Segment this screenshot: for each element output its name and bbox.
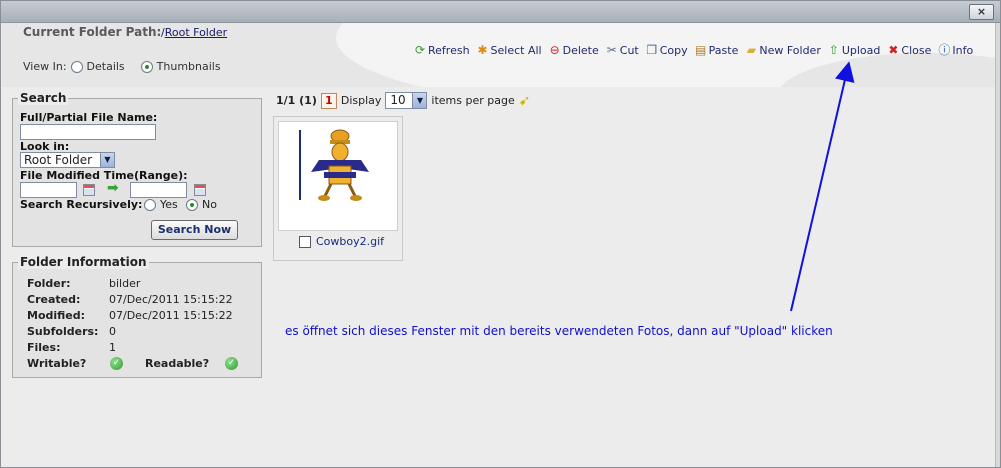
calendar-icon[interactable]	[83, 184, 95, 196]
new-folder-button[interactable]: ▰ New Folder	[744, 43, 821, 57]
page-number[interactable]: 1	[320, 92, 337, 109]
view-thumbnails-radio[interactable]	[140, 60, 153, 73]
copy-button[interactable]: ❐ Copy	[645, 43, 687, 57]
delete-button[interactable]: ⊖ Delete	[548, 43, 599, 57]
view-thumbnails-label: Thumbnails	[156, 60, 221, 73]
display-label: Display	[340, 94, 382, 107]
view-details-radio[interactable]	[70, 60, 83, 73]
chevron-down-icon: ▼	[100, 153, 114, 167]
view-in-selector: View In: Details Thumbnails	[23, 60, 221, 73]
per-page-select[interactable]: 10 ▼	[385, 92, 428, 109]
cut-button[interactable]: ✂ Cut	[605, 43, 639, 57]
search-panel: Search Full/Partial File Name: Look in: …	[12, 91, 262, 247]
pager: 1/1 (1) 1 Display 10 ▼ items per page ➹	[276, 92, 530, 109]
scissors-icon: ✂	[606, 43, 617, 57]
current-folder-path-label: Current Folder Path:	[23, 25, 162, 39]
arrow-right-icon: ➡	[107, 180, 119, 196]
look-in-select[interactable]: Root Folder ▼	[20, 152, 115, 168]
writable-check-icon: ✓	[110, 357, 123, 370]
modified-to-input[interactable]	[130, 182, 187, 198]
readable-check-icon: ✓	[225, 357, 238, 370]
folder-info-title: Folder Information	[18, 255, 149, 269]
recursive-no-radio[interactable]	[186, 199, 198, 211]
readable-label: Readable?	[145, 357, 210, 370]
file-thumbnail[interactable]: Cowboy2.gif	[273, 116, 403, 261]
refresh-icon: ⟳	[414, 43, 426, 57]
file-name-label: Full/Partial File Name:	[20, 111, 158, 124]
items-per-page-label: items per page	[431, 94, 515, 107]
search-panel-title: Search	[18, 91, 69, 105]
root-folder-link[interactable]: Root Folder	[165, 26, 227, 39]
select-all-icon: ✱	[477, 43, 488, 57]
file-name[interactable]: Cowboy2.gif	[316, 235, 384, 248]
search-now-button[interactable]: Search Now	[151, 220, 238, 240]
recursive-yes-radio[interactable]	[144, 199, 156, 211]
go-arrow-icon[interactable]: ➹	[519, 93, 531, 109]
info-icon: ⓘ	[938, 43, 951, 57]
look-in-value: Root Folder	[24, 153, 93, 167]
scrollbar[interactable]	[995, 23, 1000, 467]
cowboy-image	[311, 129, 369, 201]
select-all-button[interactable]: ✱ Select All	[476, 43, 542, 57]
chevron-down-icon: ▼	[412, 93, 427, 108]
recursive-no-label: No	[202, 198, 217, 211]
file-manager-window: × Current Folder Path: /Root Folder View…	[0, 0, 1001, 468]
item-count: 1/1 (1)	[276, 94, 317, 107]
writable-label: Writable?	[27, 357, 87, 370]
file-name-input[interactable]	[20, 124, 156, 140]
recursive-yes-label: Yes	[160, 198, 178, 211]
search-recursive-label: Search Recursively:	[20, 198, 143, 211]
modified-from-input[interactable]	[20, 182, 77, 198]
paste-button[interactable]: ▤ Paste	[694, 43, 738, 57]
current-folder-path: /Root Folder	[161, 26, 227, 39]
close-button[interactable]: ✖ Close	[886, 43, 931, 57]
folder-info-panel: Folder Information Folder: bilder Created…	[12, 255, 262, 378]
copy-icon: ❐	[646, 43, 658, 57]
view-in-label: View In:	[23, 60, 67, 73]
close-icon: ✖	[888, 43, 899, 57]
title-bar: ×	[1, 1, 1000, 23]
upload-button[interactable]: ⇧ Upload	[827, 43, 881, 57]
view-details-label: Details	[86, 60, 125, 73]
delete-icon: ⊖	[549, 43, 560, 57]
upload-icon: ⇧	[828, 43, 839, 57]
toolbar: ⟳ Refresh ✱ Select All ⊖ Delete ✂ Cut ❐ Copy …	[413, 43, 973, 57]
refresh-button[interactable]: ⟳ Refresh	[413, 43, 470, 57]
thumbnail-image-frame	[278, 121, 398, 231]
calendar-icon[interactable]	[194, 184, 206, 196]
annotation-text: es öffnet sich dieses Fenster mit den be…	[285, 324, 833, 338]
modified-time-label: File Modified Time(Range):	[20, 169, 188, 182]
window-close-button[interactable]: ×	[969, 4, 994, 20]
file-select-checkbox[interactable]	[299, 236, 311, 248]
new-folder-icon: ▰	[746, 43, 756, 57]
info-button[interactable]: ⓘ Info	[937, 43, 973, 57]
paste-icon: ▤	[694, 43, 707, 57]
